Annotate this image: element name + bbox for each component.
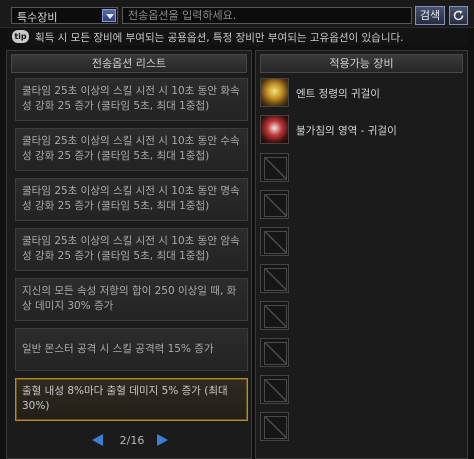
option-text: 출혈 내성 8%마다 출혈 데미지 5% 증가 (최대 30%) — [22, 385, 228, 412]
empty-slot-icon — [260, 153, 289, 182]
empty-slot — [260, 190, 465, 223]
prev-page-icon[interactable] — [92, 434, 103, 446]
empty-slot — [260, 412, 465, 445]
option-list-title: 전송옵션 리스트 — [11, 54, 247, 73]
pagination: 2/16 — [92, 432, 182, 448]
empty-slot — [260, 264, 465, 297]
empty-slot-icon — [260, 227, 289, 256]
option-item[interactable]: 쿨타임 25초 이상의 스킬 시전 시 10초 동안 화속성 강화 25 증가 … — [15, 78, 248, 121]
option-item[interactable]: 쿨타임 25초 이상의 스킬 시전 시 10초 동안 명속성 강화 25 증가 … — [15, 178, 248, 221]
option-text: 쿨타임 25초 이상의 스킬 시전 시 10초 동안 암속성 강화 25 증가 … — [22, 235, 240, 262]
chevron-down-icon[interactable] — [102, 9, 116, 22]
equipment-item[interactable]: 불가침의 영역 - 귀걸이 — [260, 115, 465, 148]
empty-slot-icon — [260, 412, 289, 441]
equipment-item[interactable]: 엔트 정령의 귀걸이 — [260, 78, 465, 111]
empty-slot-icon — [260, 338, 289, 367]
equipment-name: 불가침의 영역 - 귀걸이 — [296, 125, 397, 137]
option-item[interactable]: 쿨타임 25초 이상의 스킬 시전 시 10초 동안 암속성 강화 25 증가 … — [15, 228, 248, 271]
refresh-button[interactable] — [449, 6, 468, 25]
earring-gold-icon — [260, 78, 289, 107]
empty-slot — [260, 301, 465, 334]
empty-slot — [260, 375, 465, 408]
empty-slot-icon — [260, 375, 289, 404]
equipment-name: 엔트 정령의 귀걸이 — [296, 88, 380, 100]
option-text: 지신의 모든 속성 저항의 합이 250 이상일 때, 화상 데미지 30% 증… — [22, 285, 237, 312]
equipment-list-title: 적용가능 장비 — [260, 54, 463, 73]
tip-text: 획득 시 모든 장비에 부여되는 공용옵션, 특정 장비만 부여되는 고유옵션이… — [35, 32, 404, 44]
search-input[interactable] — [122, 7, 412, 24]
earring-red-icon — [260, 115, 289, 144]
option-item-selected[interactable]: 출혈 내성 8%마다 출혈 데미지 5% 증가 (최대 30%) — [15, 378, 248, 421]
option-text: 쿨타임 25초 이상의 스킬 시전 시 10초 동안 화속성 강화 25 증가 … — [22, 85, 240, 112]
tip-badge: tip — [12, 30, 29, 43]
search-button[interactable]: 검색 — [415, 6, 445, 25]
applicable-equipment-panel: 적용가능 장비 엔트 정령의 귀걸이 불가침의 영역 - 귀걸이 — [255, 50, 468, 459]
option-item[interactable]: 쿨타임 25초 이상의 스킬 시전 시 10초 동안 수속성 강화 25 증가 … — [15, 128, 248, 171]
empty-slot-icon — [260, 301, 289, 330]
refresh-icon — [453, 10, 464, 21]
option-list-panel: 전송옵션 리스트 쿨타임 25초 이상의 스킬 시전 시 10초 동안 화속성 … — [6, 50, 252, 459]
page-indicator: 2/16 — [119, 434, 145, 447]
toolbar: 특수장비 검색 — [0, 0, 474, 28]
empty-slot-icon — [260, 190, 289, 219]
empty-slot — [260, 227, 465, 260]
category-select-value: 특수장비 — [17, 11, 58, 24]
next-page-icon[interactable] — [157, 434, 168, 446]
option-item[interactable]: 지신의 모든 속성 저항의 합이 250 이상일 때, 화상 데미지 30% 증… — [15, 278, 248, 321]
option-item[interactable]: 일반 몬스터 공격 시 스킬 공격력 15% 증가 — [15, 328, 248, 371]
option-text: 쿨타임 25초 이상의 스킬 시전 시 10초 동안 명속성 강화 25 증가 … — [22, 185, 240, 212]
empty-slot — [260, 338, 465, 371]
empty-slot-icon — [260, 264, 289, 293]
empty-slot — [260, 153, 465, 186]
option-text: 쿨타임 25초 이상의 스킬 시전 시 10초 동안 수속성 강화 25 증가 … — [22, 135, 240, 162]
category-select[interactable]: 특수장비 — [11, 7, 118, 24]
tip-bar: tip 획득 시 모든 장비에 부여되는 공용옵션, 특정 장비만 부여되는 고… — [8, 28, 468, 45]
option-text: 일반 몬스터 공격 시 스킬 공격력 15% 증가 — [22, 343, 214, 355]
